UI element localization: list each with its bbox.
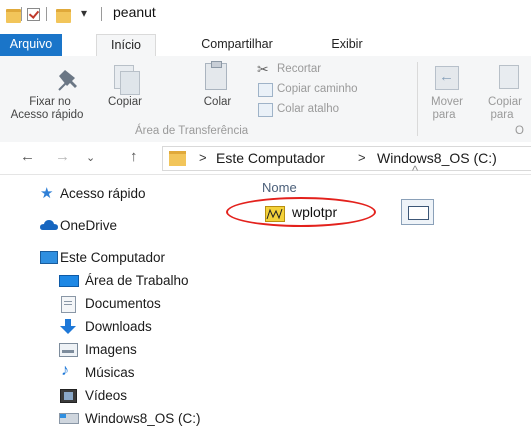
pin-icon [58,70,77,91]
nav-item-label: Músicas [85,365,135,380]
videos-icon [60,389,77,403]
nav-item-music[interactable]: ♪ Músicas [0,362,240,384]
computer-icon [40,251,58,264]
move-to-button[interactable]: ← Mover para [423,56,471,126]
back-arrow-icon[interactable]: ← [20,148,35,165]
copy-to-label-line2: para [490,109,514,121]
nav-item-drive-c[interactable]: Windows8_OS (C:) [0,408,240,430]
nav-item-label: Acesso rápido [60,186,146,201]
scissors-icon: ✂ [257,61,269,77]
copy-path-button[interactable]: Copiar caminho [255,81,405,99]
copy-to-button[interactable]: Copiar para [481,56,531,126]
pin-to-quick-access-button[interactable]: Fixar no Acesso rápido [0,56,100,126]
paste-shortcut-button[interactable]: Colar atalho [255,101,385,119]
folder-icon [6,9,21,23]
music-icon: ♪ [61,362,69,379]
window-title: peanut [113,4,156,20]
nav-item-label: Este Computador [60,250,166,265]
paste-label: Colar [203,96,232,108]
nav-item-label: Downloads [85,319,152,334]
tab-view[interactable]: Exibir [320,34,374,56]
breadcrumb-this-pc[interactable]: Este Computador [216,150,325,166]
separator [46,7,47,21]
nav-item-label: Imagens [85,342,137,357]
clipboard-group-label: Área de Transferência [135,125,249,137]
sort-ascending-icon: ^ [412,163,419,178]
paste-shortcut-label: Colar atalho [277,103,340,115]
quick-access-customize-icon[interactable]: ▾ [81,6,87,20]
separator [21,7,22,21]
move-to-icon: ← [435,66,459,90]
separator [101,7,102,21]
paste-shortcut-icon [258,103,273,117]
download-icon [60,319,76,334]
nav-item-documents[interactable]: Documentos [0,293,240,315]
nav-item-videos[interactable]: Vídeos [0,385,240,407]
forward-arrow-icon[interactable]: → [55,148,70,165]
nav-item-label: Windows8_OS (C:) [85,411,201,426]
column-header-name[interactable]: Nome [262,180,297,195]
paste-button[interactable]: Colar [195,56,240,126]
navigation-pane: ★ Acesso rápido OneDrive Este Computador… [0,175,240,426]
copy-button[interactable]: Copiar [100,56,150,126]
breadcrumb-drive[interactable]: Windows8_OS (C:) [377,150,497,166]
tab-share[interactable]: Compartilhar [187,34,287,56]
properties-checkbox-icon[interactable] [27,8,40,21]
pin-label-line2: Acesso rápido [10,109,84,121]
new-folder-icon[interactable] [56,9,71,23]
address-bar-row: ← → ⌄ ↑ > Este Computador > Windows8_OS … [0,142,531,175]
recent-locations-chevron-icon[interactable]: ⌄ [86,151,95,164]
nav-item-desktop[interactable]: Área de Trabalho [0,270,240,292]
paste-icon [205,61,227,90]
nav-item-onedrive[interactable]: OneDrive [0,215,240,237]
tab-file[interactable]: Arquivo [0,34,62,56]
nav-item-this-pc[interactable]: Este Computador [0,247,240,269]
tab-home[interactable]: Início [96,34,156,57]
star-icon: ★ [40,185,54,202]
cut-label: Recortar [277,63,322,75]
move-to-label-line1: Mover [431,96,463,108]
preview-pane-icon[interactable] [401,199,434,225]
copy-label: Copiar [108,96,142,108]
copy-to-icon [499,65,519,89]
nav-item-label: Documentos [85,296,161,311]
nav-item-label: OneDrive [60,218,118,233]
images-icon [59,343,78,357]
organize-group-label: O [515,125,524,137]
nav-item-images[interactable]: Imagens [0,339,240,361]
copy-path-icon [258,83,273,97]
address-folder-icon [169,151,186,166]
title-bar: ▾ peanut [0,0,531,34]
copy-icon-back [120,71,140,95]
cut-button[interactable]: ✂ Recortar [255,61,385,79]
drive-icon [59,413,79,424]
up-arrow-icon[interactable]: ↑ [130,148,138,165]
highlight-ellipse [226,197,376,227]
nav-item-quick-access[interactable]: ★ Acesso rápido [0,183,240,205]
move-to-label-line2: para [432,109,456,121]
nav-item-label: Área de Trabalho [85,273,189,288]
copy-path-label: Copiar caminho [277,83,358,95]
nav-item-label: Vídeos [85,388,128,403]
ribbon-separator [417,62,418,136]
ribbon: Fixar no Acesso rápido Copiar Colar ✂ Re… [0,56,531,143]
breadcrumb-separator: > [358,150,366,165]
nav-item-downloads[interactable]: Downloads [0,316,240,338]
documents-icon [61,296,76,313]
desktop-icon [59,275,79,287]
address-box[interactable]: > Este Computador > Windows8_OS (C:) [162,146,531,171]
cloud-icon [40,220,58,230]
pin-label-line1: Fixar no [29,96,71,108]
breadcrumb-separator: > [199,150,207,165]
copy-to-label-line1: Copiar [488,96,522,108]
ribbon-tabs: Arquivo Início Compartilhar Exibir [0,34,531,57]
